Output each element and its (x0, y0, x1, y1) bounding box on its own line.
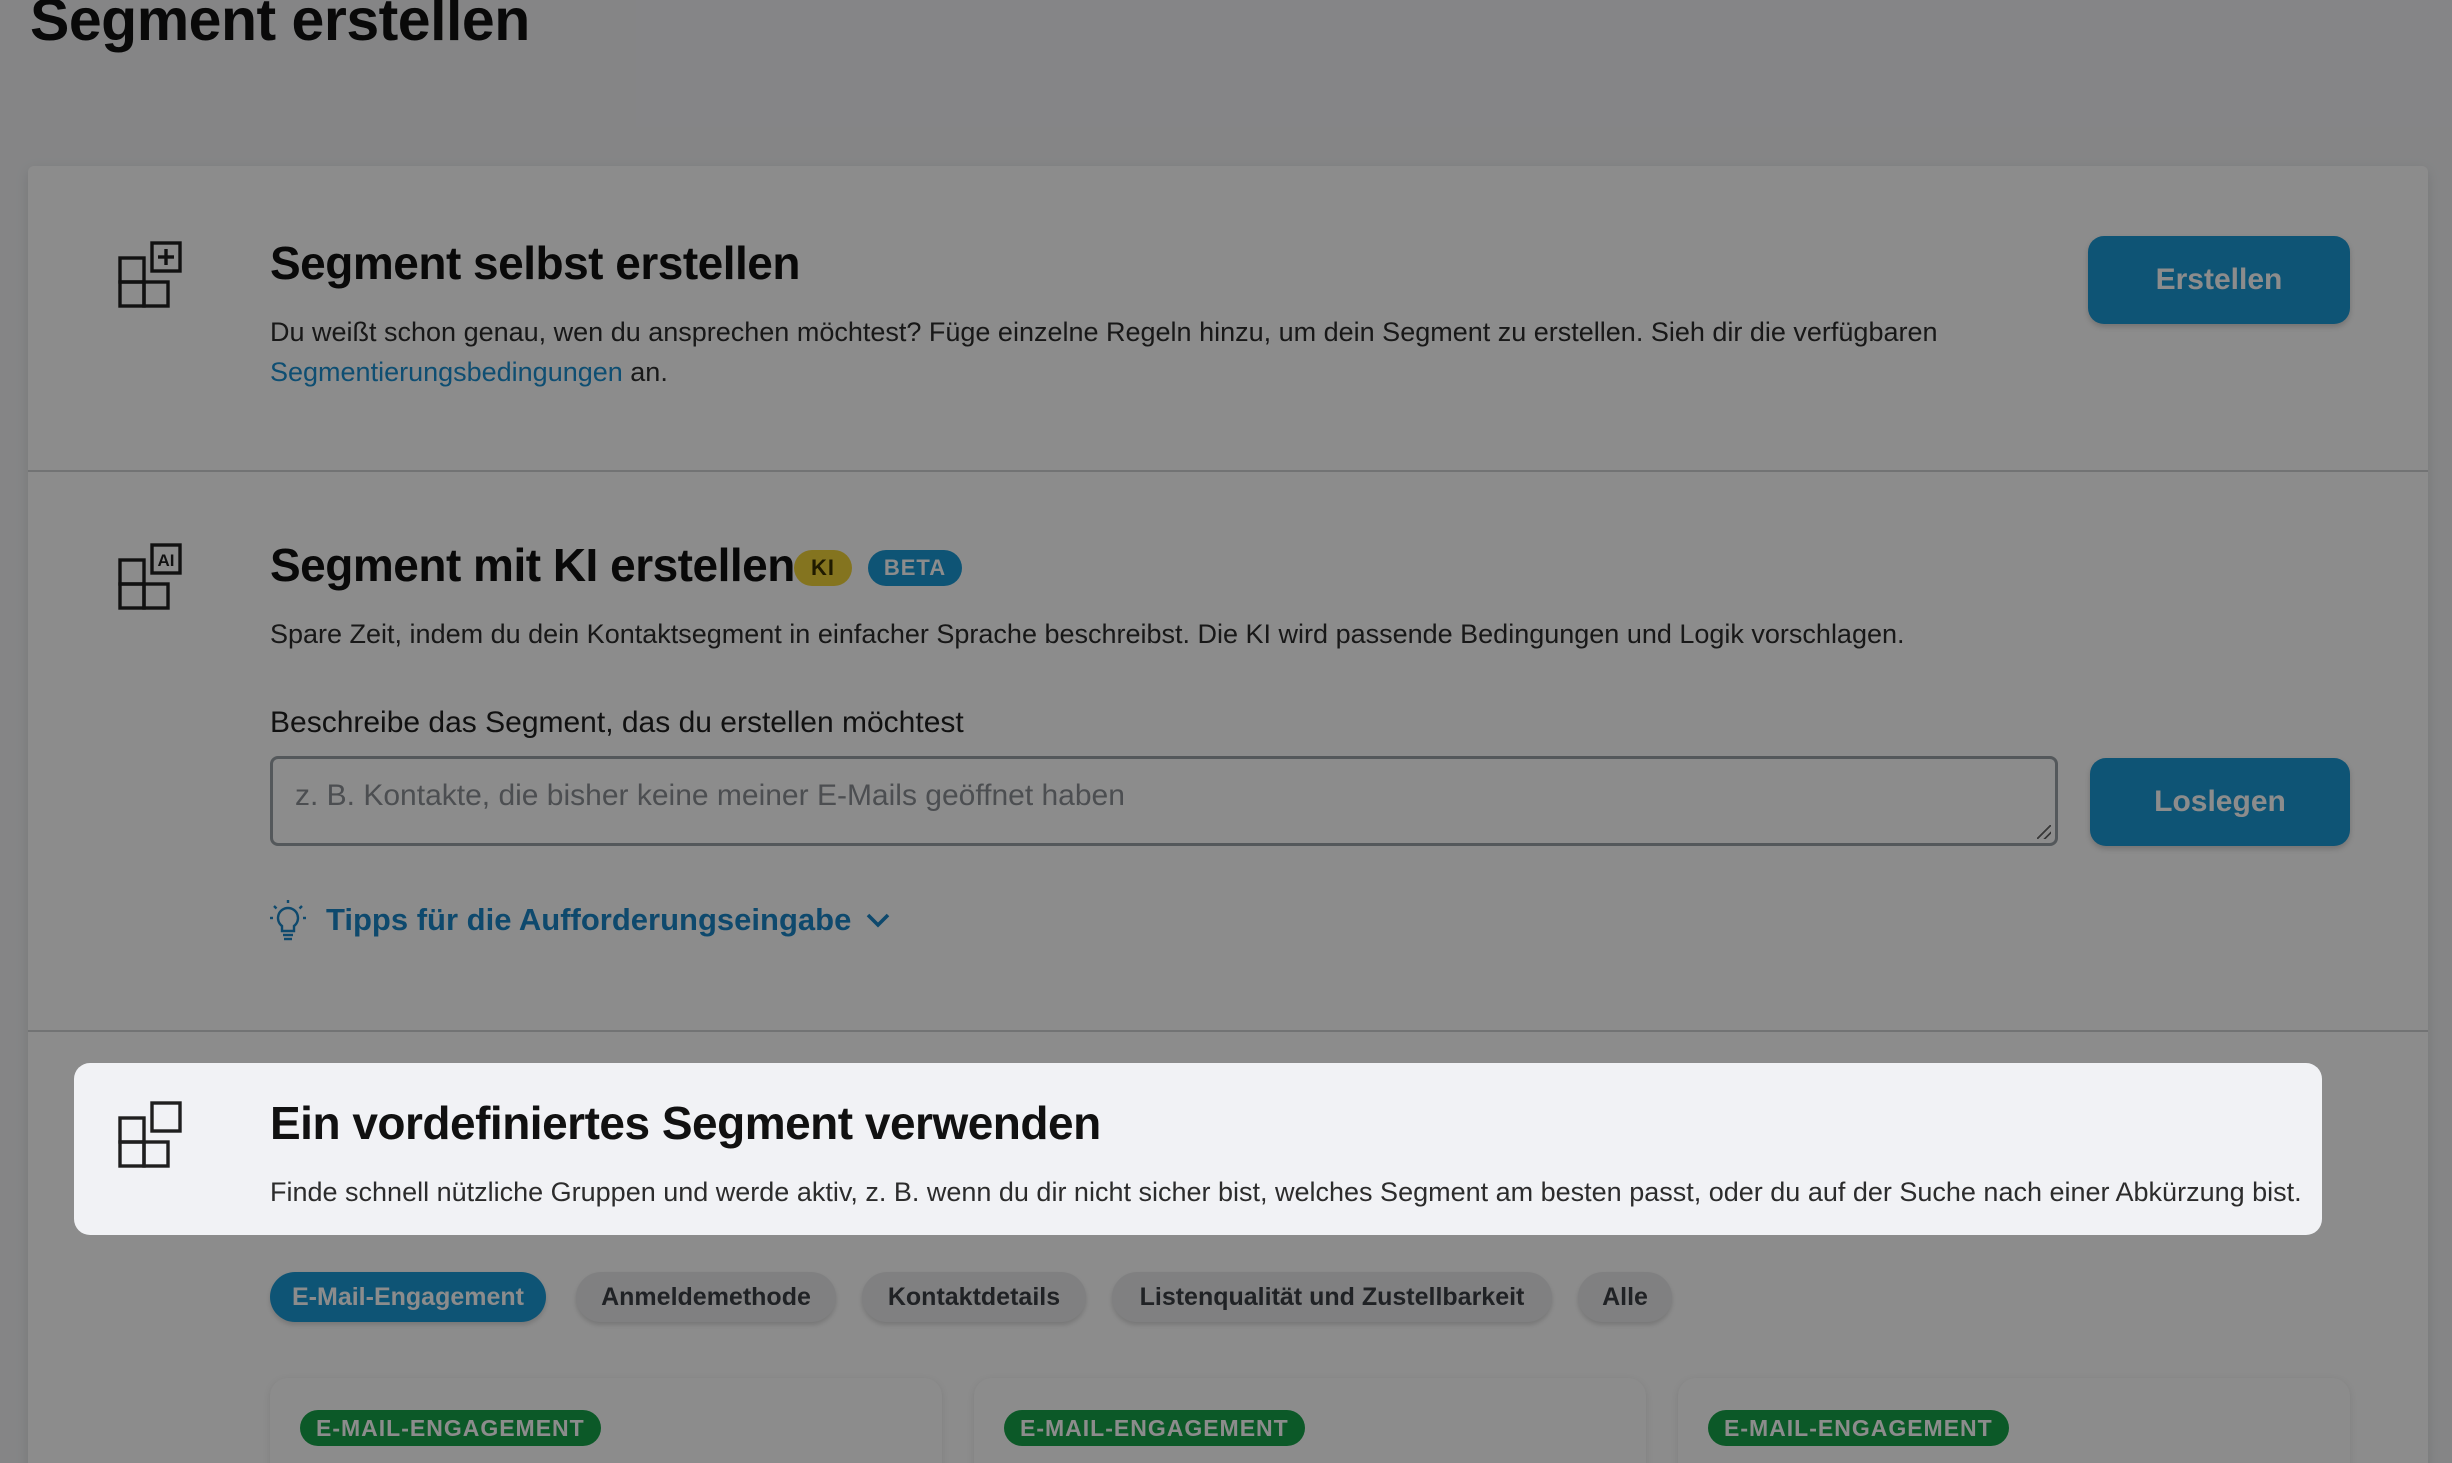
category-tag: E-MAIL-ENGAGEMENT (1004, 1410, 1305, 1446)
page-title: Segment erstellen (30, 0, 530, 53)
segment-ai-icon: AI (116, 542, 186, 612)
resize-handle[interactable] (2037, 825, 2051, 839)
section-predefined-title: Ein vordefiniertes Segment verwenden (270, 1097, 1101, 1149)
section-manual-description: Du weißt schon genau, wen du ansprechen … (270, 312, 1990, 392)
segment-description-placeholder: z. B. Kontakte, die bisher keine meiner … (295, 779, 1125, 812)
section-ai-title: Segment mit KI erstellen (270, 539, 795, 591)
create-button[interactable]: Erstellen (2088, 236, 2350, 324)
section-ai-description: Spare Zeit, indem du dein Kontaktsegment… (270, 619, 1905, 649)
start-button[interactable]: Loslegen (2090, 758, 2350, 846)
section-divider (28, 1030, 2428, 1032)
segment-conditions-link[interactable]: Segmentierungsbedingungen (270, 357, 623, 387)
filter-chip-email-engagement[interactable]: E-Mail-Engagement (270, 1272, 546, 1322)
segment-description-label: Beschreibe das Segment, das du erstellen… (270, 706, 964, 739)
predefined-segment-card[interactable]: E-MAIL-ENGAGEMENT (270, 1378, 942, 1463)
section-predefined-description: Finde schnell nützliche Gruppen und werd… (270, 1177, 2302, 1207)
category-tag: E-MAIL-ENGAGEMENT (1708, 1410, 2009, 1446)
prompt-tips-toggle[interactable]: Tipps für die Aufforderungseingabe (268, 898, 891, 942)
filter-chip-list-quality[interactable]: Listenqualität und Zustellbarkeit (1112, 1272, 1552, 1322)
predefined-segment-card[interactable]: E-MAIL-ENGAGEMENT (1678, 1378, 2350, 1463)
section-manual-title: Segment selbst erstellen (270, 237, 800, 289)
section-manual-desc-suffix: an. (622, 357, 668, 387)
beta-badge: BETA (868, 550, 962, 586)
segment-description-input[interactable]: z. B. Kontakte, die bisher keine meiner … (270, 756, 2058, 846)
prompt-tips-label: Tipps für die Aufforderungseingabe (326, 902, 852, 937)
predefined-segment-card[interactable]: E-MAIL-ENGAGEMENT (974, 1378, 1646, 1463)
segment-add-icon (116, 240, 186, 310)
svg-text:AI: AI (158, 551, 175, 570)
section-manual-desc-text: Du weißt schon genau, wen du ansprechen … (270, 317, 1938, 347)
segment-predefined-icon (116, 1100, 186, 1170)
section-divider (28, 470, 2428, 472)
chevron-down-icon (865, 911, 891, 929)
lightbulb-icon (268, 898, 308, 942)
ki-badge: KI (794, 550, 852, 586)
filter-chip-all[interactable]: Alle (1578, 1272, 1672, 1322)
filter-chip-signup-method[interactable]: Anmeldemethode (576, 1272, 836, 1322)
category-tag: E-MAIL-ENGAGEMENT (300, 1410, 601, 1446)
filter-chip-contact-details[interactable]: Kontaktdetails (862, 1272, 1086, 1322)
